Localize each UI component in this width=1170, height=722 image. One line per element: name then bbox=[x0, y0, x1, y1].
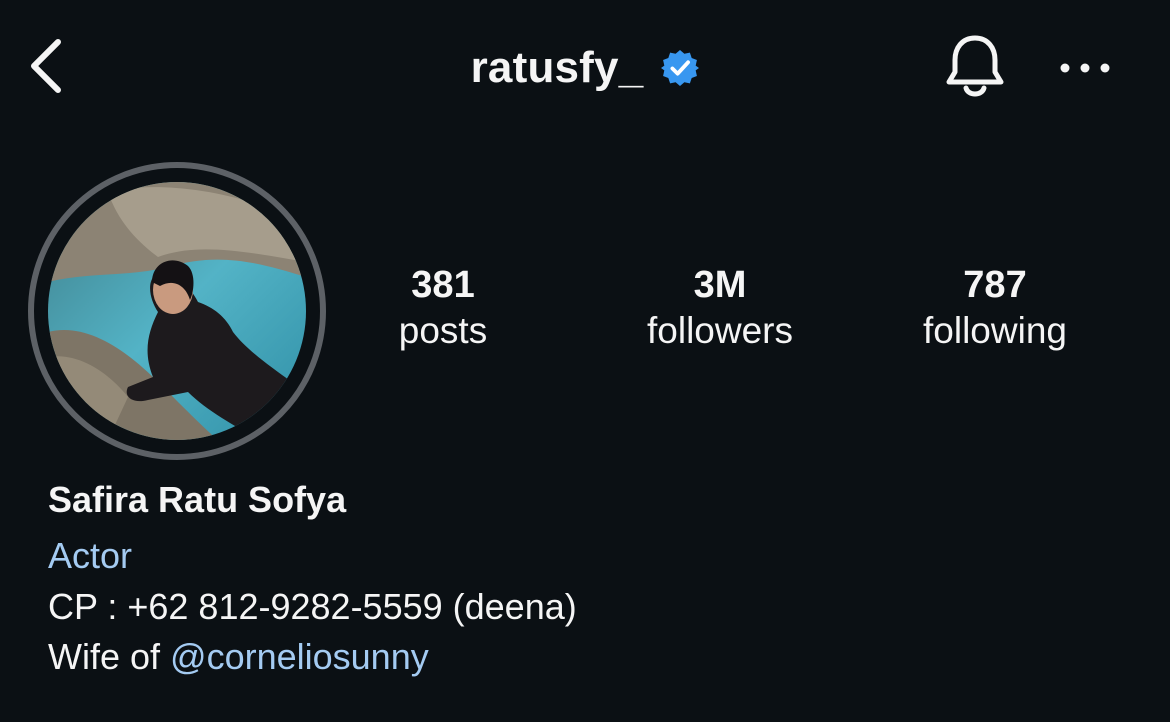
posts-count: 381 bbox=[411, 264, 475, 306]
following-count: 787 bbox=[963, 264, 1027, 306]
more-horizontal-icon bbox=[1060, 63, 1110, 73]
full-name: Safira Ratu Sofya bbox=[48, 479, 347, 520]
bio-contact-line: CP : +62 812-9282-5559 (deena) bbox=[48, 586, 577, 627]
following-label: following bbox=[923, 310, 1067, 351]
mention-link[interactable]: @corneliosunny bbox=[170, 636, 429, 677]
stat-following[interactable]: 787 following bbox=[875, 262, 1115, 354]
profile-avatar[interactable] bbox=[28, 162, 326, 460]
username-label: ratusfy_ bbox=[470, 43, 644, 92]
username-title[interactable]: ratusfy_ bbox=[471, 43, 700, 93]
avatar-image bbox=[48, 182, 306, 440]
back-button[interactable] bbox=[22, 34, 70, 98]
top-navigation-bar: ratusfy_ bbox=[0, 0, 1170, 140]
avatar-photo bbox=[48, 182, 306, 440]
notifications-button[interactable] bbox=[940, 30, 1010, 104]
followers-label: followers bbox=[647, 310, 793, 351]
profile-bio: Safira Ratu Sofya Actor CP : +62 812-928… bbox=[48, 476, 1148, 682]
stat-posts[interactable]: 381 posts bbox=[323, 262, 563, 354]
category-label: Actor bbox=[48, 535, 133, 576]
bio-relationship-prefix: Wife of bbox=[48, 636, 171, 677]
stat-followers[interactable]: 3M followers bbox=[600, 262, 840, 354]
verified-badge-icon bbox=[661, 49, 700, 87]
bio-relationship-line: Wife of @corneliosunny bbox=[48, 632, 1148, 682]
followers-count: 3M bbox=[693, 264, 747, 306]
more-options-button[interactable] bbox=[1052, 40, 1118, 96]
posts-label: posts bbox=[398, 310, 488, 351]
chevron-left-icon bbox=[31, 39, 61, 93]
bell-icon bbox=[946, 35, 1004, 97]
